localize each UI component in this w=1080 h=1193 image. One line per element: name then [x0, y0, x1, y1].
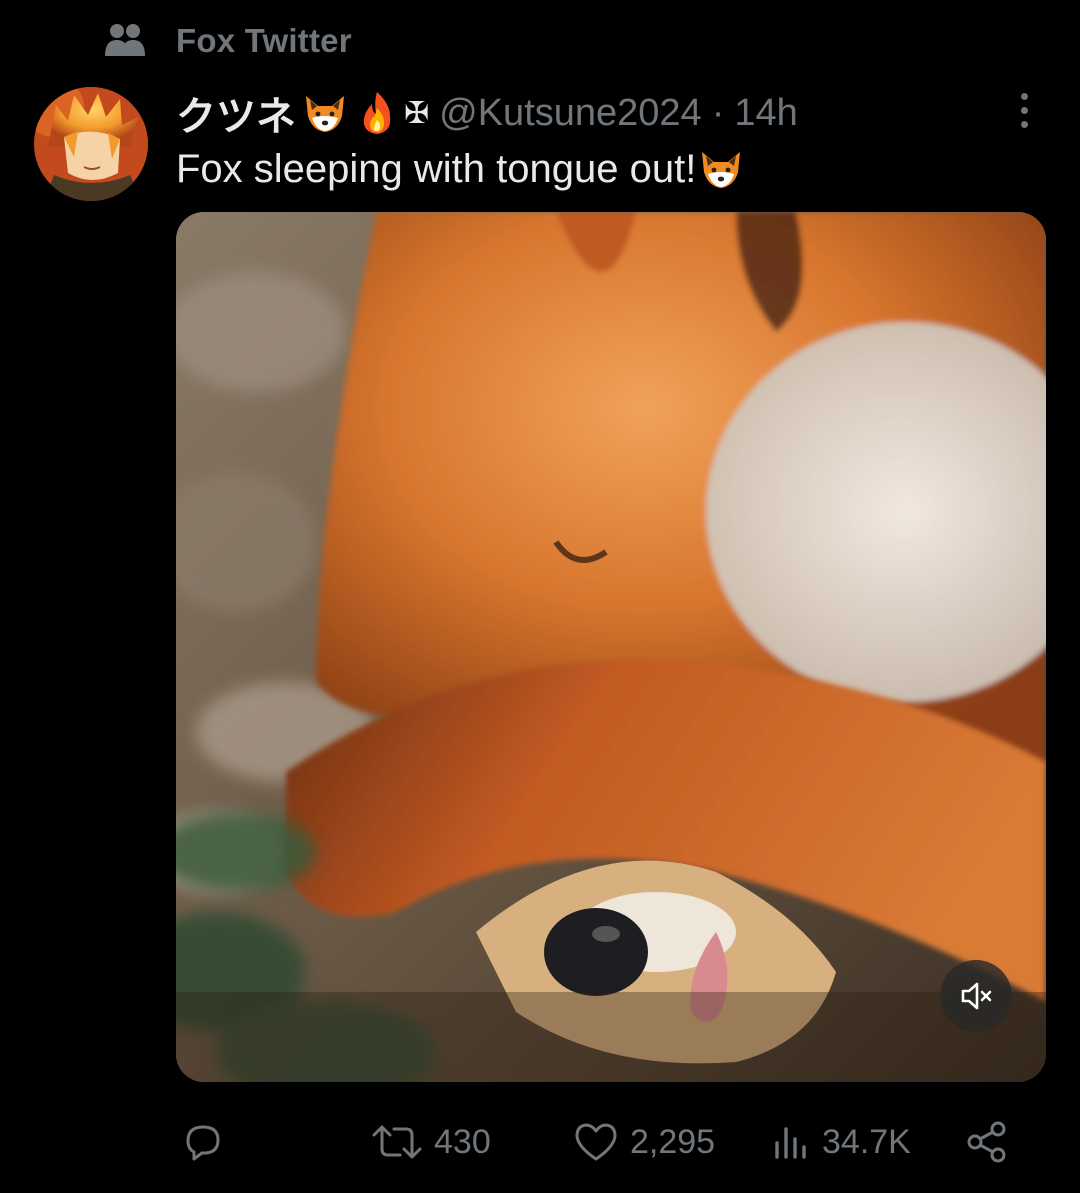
cross-symbol: ✠ — [404, 96, 430, 130]
mute-toggle-button[interactable] — [940, 960, 1012, 1032]
tweet-video[interactable] — [176, 212, 1046, 1082]
tweet-text: Fox sleeping with tongue out! — [176, 144, 744, 194]
fire-emoji — [354, 90, 400, 136]
speaker-muted-icon — [961, 982, 992, 1010]
tweet-timestamp[interactable]: 14h — [734, 92, 797, 135]
share-button[interactable] — [964, 1112, 1010, 1172]
community-name[interactable]: Fox Twitter — [176, 22, 352, 60]
separator-dot: · — [711, 91, 725, 134]
views-icon — [775, 1127, 806, 1159]
reply-icon — [186, 1125, 220, 1161]
views-button[interactable]: 34.7K — [772, 1112, 911, 1172]
tweet-actions: 430 2,295 34.7K — [176, 1112, 1046, 1172]
heart-icon — [575, 1123, 617, 1161]
community-context[interactable]: Fox Twitter — [104, 18, 352, 64]
views-count: 34.7K — [822, 1122, 911, 1161]
more-options-icon[interactable] — [1004, 88, 1044, 132]
retweet-icon — [372, 1125, 422, 1159]
fox-video-frame — [176, 212, 1046, 1082]
fox-emoji — [698, 146, 744, 192]
user-handle[interactable]: @Kutsune2024 — [439, 92, 702, 135]
like-button[interactable]: 2,295 — [572, 1112, 715, 1172]
community-icon — [105, 24, 145, 56]
tweet-header: クツネ ✠ @Kutsune2024 · 14h — [176, 86, 798, 140]
retweet-button[interactable]: 430 — [370, 1112, 491, 1172]
avatar[interactable] — [34, 87, 148, 201]
retweet-count: 430 — [434, 1122, 491, 1161]
reply-button[interactable] — [180, 1112, 236, 1172]
like-count: 2,295 — [630, 1122, 716, 1161]
tweet-text-content: Fox sleeping with tongue out! — [176, 146, 697, 191]
fox-emoji — [302, 90, 348, 136]
display-name[interactable]: クツネ — [176, 84, 296, 142]
share-icon — [967, 1121, 1006, 1163]
